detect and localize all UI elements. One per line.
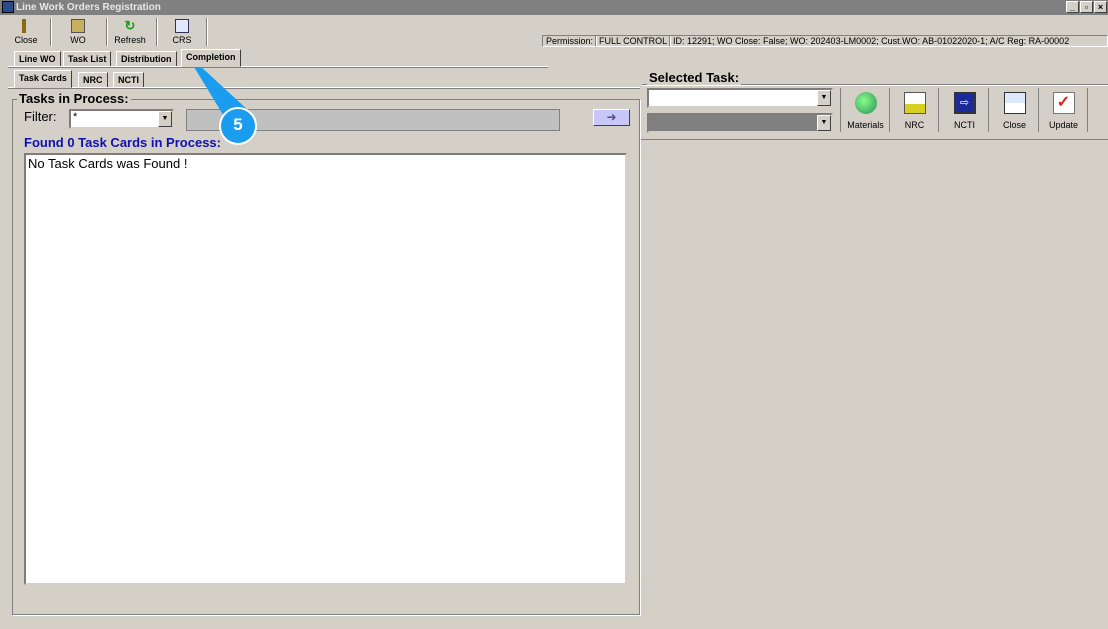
callout-number: 5 (233, 115, 243, 134)
tab-completion[interactable]: Completion (181, 49, 241, 67)
callout-annotation (185, 52, 257, 145)
subtab-task-cards[interactable]: Task Cards (14, 70, 72, 88)
